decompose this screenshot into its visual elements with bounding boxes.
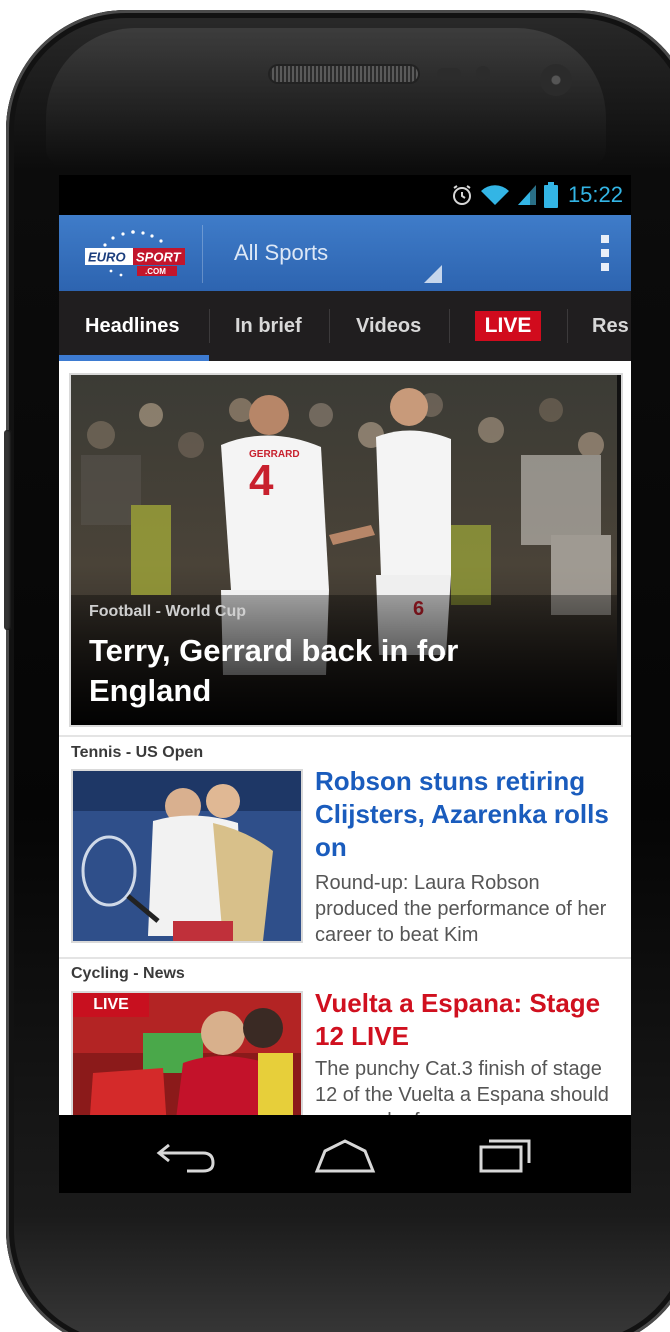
back-icon[interactable] bbox=[147, 1133, 227, 1177]
signal-icon bbox=[516, 183, 538, 207]
hero-category: Football - World Cup bbox=[89, 603, 247, 620]
list-divider bbox=[59, 957, 631, 959]
tab-strip: Headlines In brief Videos LIVE Res bbox=[59, 291, 631, 361]
tab-videos[interactable]: Videos bbox=[356, 291, 421, 361]
wifi-icon bbox=[480, 183, 510, 207]
overflow-menu-icon[interactable] bbox=[601, 235, 611, 271]
tab-divider bbox=[449, 309, 450, 343]
light-sensor bbox=[476, 66, 490, 80]
battery-icon bbox=[543, 182, 558, 208]
tab-headlines[interactable]: Headlines bbox=[85, 291, 179, 361]
phone-gloss bbox=[46, 28, 606, 168]
sport-filter-spinner[interactable]: All Sports bbox=[234, 240, 328, 266]
story-category: Cycling - News bbox=[71, 965, 185, 982]
logo-euro-text: EURO bbox=[88, 250, 126, 265]
story-category: Tennis - US Open bbox=[71, 744, 204, 761]
tab-divider bbox=[567, 309, 568, 343]
svg-text:GERRARD: GERRARD bbox=[249, 449, 300, 460]
hero-headline[interactable]: Terry, Gerrard back in for England bbox=[89, 631, 589, 711]
eurosport-logo[interactable]: EURO SPORT .COM bbox=[75, 225, 195, 281]
screen: 15:22 EURO SPORT .COM All Sports Headlin… bbox=[59, 175, 631, 1193]
story-thumbnail bbox=[71, 769, 303, 943]
tab-in-brief[interactable]: In brief bbox=[235, 291, 302, 361]
recent-apps-icon[interactable] bbox=[465, 1133, 545, 1177]
tab-divider bbox=[209, 309, 210, 343]
status-bar: 15:22 bbox=[59, 175, 631, 215]
tab-live[interactable]: LIVE bbox=[475, 311, 541, 341]
story-summary: Round-up: Laura Robson produced the perf… bbox=[315, 872, 607, 946]
tab-divider bbox=[329, 309, 330, 343]
story-headline[interactable]: Robson stuns retiring Clijsters, Azarenk… bbox=[315, 765, 620, 864]
story-summary: The punchy Cat.3 finish of stage 12 of t… bbox=[315, 1058, 609, 1115]
home-icon[interactable] bbox=[305, 1133, 385, 1177]
alarm-icon bbox=[450, 183, 474, 207]
story-thumbnail: LIVE bbox=[71, 991, 303, 1115]
device-stage: 15:22 EURO SPORT .COM All Sports Headlin… bbox=[0, 0, 670, 1332]
earpiece-speaker bbox=[270, 66, 418, 82]
news-feed[interactable]: 4 GERRARD 6 Football - World Cup Terry, … bbox=[59, 361, 631, 1115]
tennis-photo bbox=[73, 771, 301, 941]
action-bar: EURO SPORT .COM All Sports bbox=[59, 215, 631, 291]
logo-sport-text: SPORT bbox=[136, 250, 182, 265]
tab-results[interactable]: Res bbox=[592, 291, 629, 361]
hero-story[interactable]: 4 GERRARD 6 Football - World Cup Terry, … bbox=[69, 373, 623, 727]
svg-text:4: 4 bbox=[249, 456, 274, 505]
live-tag: LIVE bbox=[73, 993, 149, 1017]
list-divider bbox=[59, 735, 631, 737]
logo-domain-text: .COM bbox=[145, 267, 166, 276]
volume-key bbox=[4, 430, 12, 630]
status-clock: 15:22 bbox=[567, 182, 623, 207]
spinner-corner-icon[interactable] bbox=[424, 265, 442, 283]
actionbar-divider bbox=[202, 225, 203, 283]
proximity-sensor bbox=[437, 68, 461, 80]
status-icons: 15:22 bbox=[450, 181, 623, 209]
story-headline[interactable]: Vuelta a Espana: Stage 12 LIVE bbox=[315, 987, 620, 1053]
front-camera bbox=[540, 64, 572, 96]
navigation-bar bbox=[59, 1115, 631, 1193]
